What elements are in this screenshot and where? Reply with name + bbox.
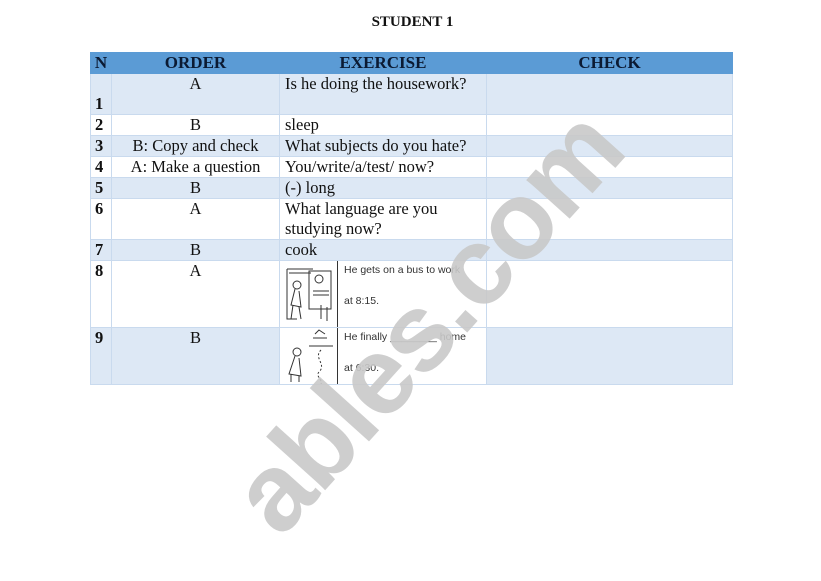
- exercise-table: N ORDER EXERCISE CHECK 1 A Is he doing t…: [90, 52, 733, 385]
- row-number: 6: [90, 198, 112, 240]
- check-cell[interactable]: [486, 135, 733, 157]
- order-cell: A: Make a question: [111, 156, 280, 178]
- prompt-line-2: at 6:30.: [344, 362, 380, 374]
- picture-prompt: He gets on a bus to work at 8:15.: [283, 261, 484, 327]
- picture-prompt: He finally ________ home at 6:30.: [283, 328, 484, 384]
- order-cell: B: [111, 327, 280, 385]
- row-number: 9: [90, 327, 112, 385]
- check-cell[interactable]: [486, 260, 733, 328]
- header-n: N: [90, 52, 112, 74]
- table-row: 7 B cook: [90, 239, 733, 261]
- order-cell: A: [111, 73, 280, 115]
- row-number: 8: [90, 260, 112, 328]
- exercise-cell: He gets on a bus to work at 8:15.: [279, 260, 487, 328]
- row-number: 1: [90, 73, 112, 115]
- order-cell: B: Copy and check: [111, 135, 280, 157]
- check-cell[interactable]: [486, 198, 733, 240]
- exercise-cell: (-) long: [279, 177, 487, 199]
- exercise-cell: Is he doing the housework?: [279, 73, 487, 115]
- table-row: 8 A He gets on a bus to work at 8:15.: [90, 260, 733, 328]
- bus-illustration-icon: [283, 261, 338, 327]
- row-number: 3: [90, 135, 112, 157]
- exercise-cell: sleep: [279, 114, 487, 136]
- table-row: 9 B He finally ________ home at 6:30.: [90, 327, 733, 385]
- row-number: 5: [90, 177, 112, 199]
- prompt-line-2: at 8:15.: [344, 295, 380, 307]
- order-cell: B: [111, 177, 280, 199]
- check-cell[interactable]: [486, 177, 733, 199]
- header-check: CHECK: [486, 52, 733, 74]
- order-cell: B: [111, 239, 280, 261]
- exercise-cell: What subjects do you hate?: [279, 135, 487, 157]
- prompt-line-1: He finally ________ home: [344, 331, 467, 343]
- row-number: 2: [90, 114, 112, 136]
- table-row: 2 B sleep: [90, 114, 733, 136]
- check-cell[interactable]: [486, 114, 733, 136]
- table-row: 6 A What language are you studying now?: [90, 198, 733, 240]
- check-cell[interactable]: [486, 239, 733, 261]
- header-order: ORDER: [111, 52, 280, 74]
- exercise-cell: What language are you studying now?: [279, 198, 487, 240]
- worksheet-title: STUDENT 1: [371, 14, 454, 30]
- check-cell[interactable]: [486, 156, 733, 178]
- check-cell[interactable]: [486, 327, 733, 385]
- check-cell[interactable]: [486, 73, 733, 115]
- exercise-cell: He finally ________ home at 6:30.: [279, 327, 487, 385]
- walking-home-illustration-icon: [283, 328, 338, 384]
- table-row: 5 B (-) long: [90, 177, 733, 199]
- exercise-cell: cook: [279, 239, 487, 261]
- prompt-line-1: He gets on a bus to work: [344, 264, 461, 276]
- table-header-row: N ORDER EXERCISE CHECK: [90, 52, 733, 74]
- order-cell: A: [111, 260, 280, 328]
- order-cell: B: [111, 114, 280, 136]
- exercise-cell: You/write/a/test/ now?: [279, 156, 487, 178]
- table-row: 1 A Is he doing the housework?: [90, 73, 733, 115]
- header-exercise: EXERCISE: [279, 52, 487, 74]
- table-row: 3 B: Copy and check What subjects do you…: [90, 135, 733, 157]
- table-row: 4 A: Make a question You/write/a/test/ n…: [90, 156, 733, 178]
- order-cell: A: [111, 198, 280, 240]
- row-number: 4: [90, 156, 112, 178]
- row-number: 7: [90, 239, 112, 261]
